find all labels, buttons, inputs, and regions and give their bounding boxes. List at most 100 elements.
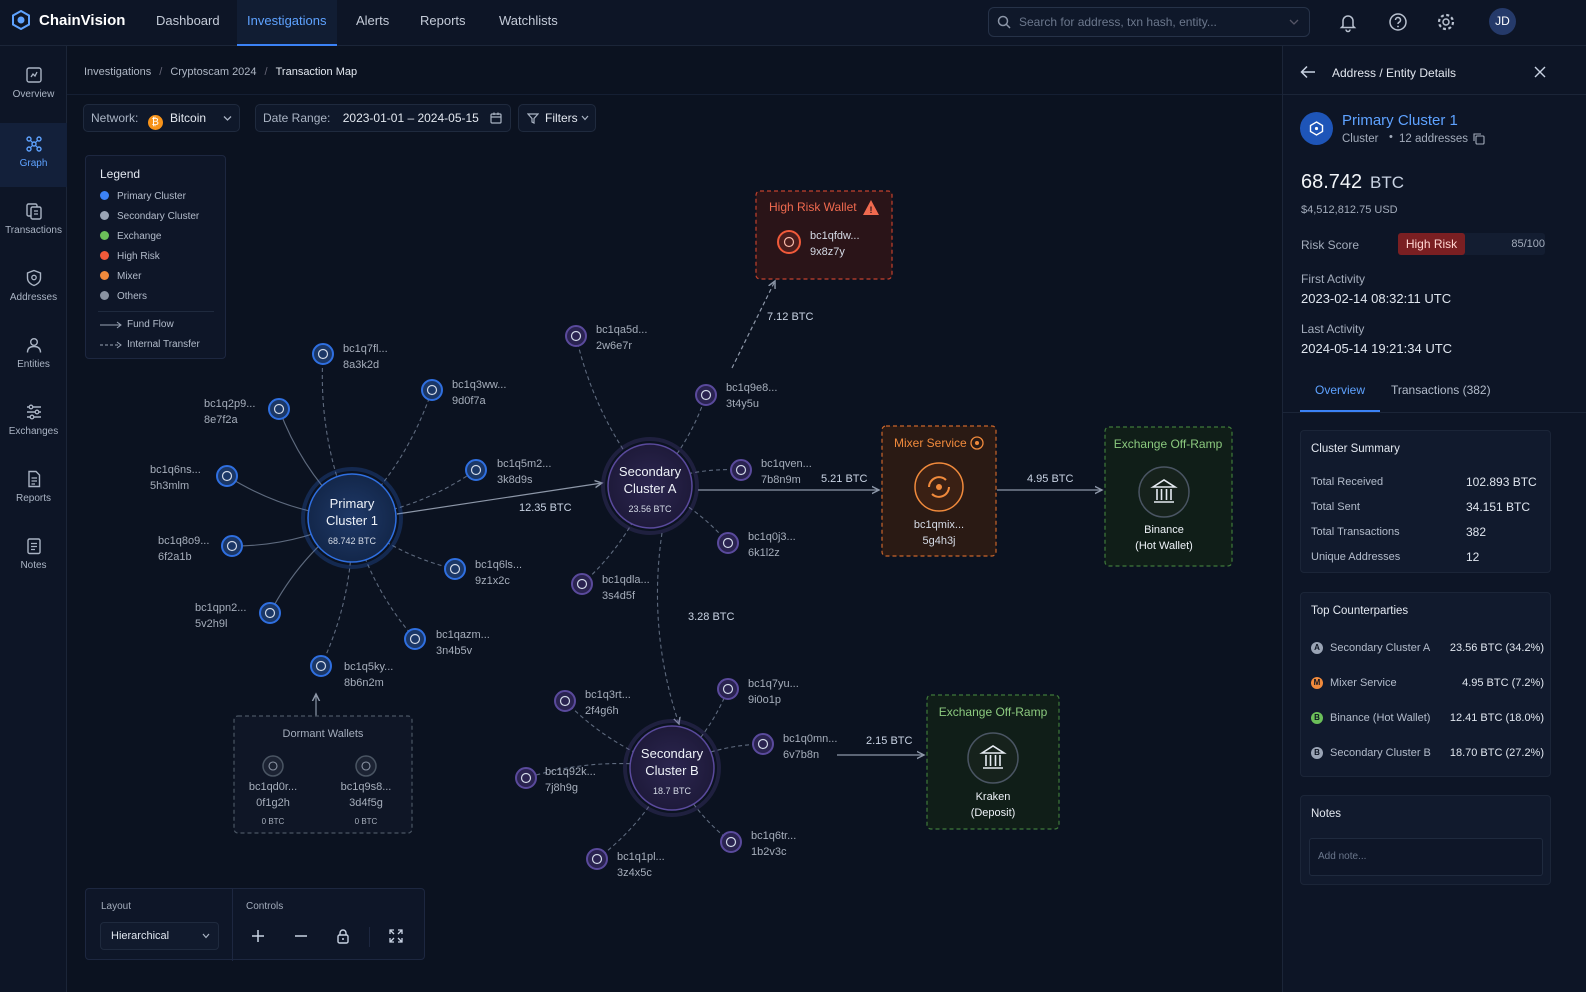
nav-dashboard[interactable]: Dashboard [146,0,230,46]
nav-investigations[interactable]: Investigations [237,0,337,46]
address-node[interactable] [259,602,281,624]
address-node[interactable] [565,325,587,347]
secondary-cluster-b-node-title: Secondary [641,746,704,761]
exchange-name: Binance [1144,524,1184,536]
address-node[interactable] [421,379,443,401]
dormant-title: Dormant Wallets [283,728,364,740]
address-label: bc1q7fl... [343,343,388,355]
lock-icon[interactable] [335,928,351,944]
close-icon[interactable] [1534,66,1546,78]
sidebar-item-graph[interactable]: Graph [0,123,67,187]
entity-name: Primary Cluster 1 [1342,112,1458,129]
back-arrow-icon[interactable] [1300,65,1316,79]
counterparty-value: 12.41 BTC (18.0%) [1449,712,1544,724]
address-label: bc1q8o9... [158,535,209,547]
search-input[interactable]: Search for address, txn hash, entity... [988,7,1310,37]
nav-reports[interactable]: Reports [410,0,476,46]
address-node[interactable] [720,831,742,853]
dormant-wallet-node[interactable] [355,755,377,777]
brand[interactable]: ChainVision [11,10,125,30]
nav-alerts[interactable]: Alerts [346,0,399,46]
address-node[interactable] [571,573,593,595]
chevron-down-icon [1289,19,1299,25]
edge-a-to-high-risk [731,281,775,369]
addresses-icon [26,269,41,287]
separator-dot: • [1389,131,1393,143]
address-label: bc1qazm... [436,629,490,641]
help-icon[interactable] [1387,11,1409,33]
zoom-in-icon[interactable] [250,928,266,944]
dormant-sublabel: 3d4f5g [349,797,383,809]
sidebar-item-addresses[interactable]: Addresses [0,257,67,321]
fullscreen-icon[interactable] [388,928,404,944]
user-avatar[interactable]: JD [1489,8,1516,35]
address-node[interactable] [216,465,238,487]
mixer-badge-dot [975,441,979,445]
address-node[interactable] [310,655,332,677]
kraken-node[interactable] [967,732,1019,784]
address-node[interactable] [221,535,243,557]
notes-card: Notes Add note... [1300,795,1551,885]
note-placeholder: Add note... [1318,851,1367,862]
dormant-address: bc1qd0r... [249,781,297,793]
sidebar-item-entities[interactable]: Entities [0,324,67,388]
address-label: bc1q92k... [545,766,596,778]
counterparty-icon: M [1311,677,1323,689]
address-sublabel: 3s4d5f [602,590,636,602]
tab-transactions[interactable]: Transactions (382) [1391,370,1500,412]
dormant-wallet-node[interactable] [262,755,284,777]
counterparty-row[interactable]: A Secondary Cluster A 23.56 BTC (34.2%) [1311,633,1544,667]
edge-amount-label: 5.21 BTC [821,473,868,485]
address-node[interactable] [730,459,752,481]
address-node[interactable] [717,678,739,700]
address-label: bc1qa5d... [596,324,647,336]
transaction-graph[interactable]: bc1q7fl... 8a3k2d bc1q3ww... 9d0f7a bc1q2p9.… [67,46,1282,992]
entity-count: 12 addresses [1399,133,1469,145]
tab-overview[interactable]: Overview [1300,370,1380,412]
address-node[interactable] [444,558,466,580]
address-label: bc1q2p9... [204,398,255,410]
address-label: bc1q3ww... [452,379,506,391]
nav-watchlists[interactable]: Watchlists [489,0,568,46]
address-node[interactable] [515,767,537,789]
address-sublabel: 6f2a1b [158,551,192,563]
binance-node[interactable] [1138,466,1190,518]
details-panel: Address / Entity Details Primary Cluster… [1282,46,1586,992]
address-node[interactable] [554,690,576,712]
address-label: bc1qdla... [602,574,650,586]
mixer-title: Mixer Service [894,436,967,450]
copy-icon[interactable] [1473,133,1485,145]
counterparty-icon: B [1311,712,1323,724]
gear-icon[interactable] [1435,11,1457,33]
top-bar: ChainVision Dashboard Investigations Ale… [0,0,1586,46]
sidebar-item-notes[interactable]: Notes [0,525,67,589]
sidebar-item-exchanges[interactable]: Exchanges [0,391,67,455]
last-activity-value: 2024-05-14 19:21:34 UTC [1301,341,1453,356]
sidebar-item-reports[interactable]: Reports [0,458,67,522]
address-label: bc1q6ls... [475,559,522,571]
sidebar-item-transactions[interactable]: Transactions [0,190,67,254]
layout-select[interactable]: Hierarchical [100,922,219,950]
sidebar-item-overview[interactable]: Overview [0,54,67,118]
cluster-icon [1309,121,1324,136]
high-risk-node[interactable] [777,230,801,254]
address-node[interactable] [404,628,426,650]
note-input[interactable]: Add note... [1309,838,1543,876]
address-node[interactable] [752,733,774,755]
address-node[interactable] [695,384,717,406]
zoom-out-icon[interactable] [293,928,309,944]
address-node[interactable] [312,343,334,365]
address-node[interactable] [717,532,739,554]
edge-amount-label: 2.15 BTC [866,735,913,747]
bell-icon[interactable] [1337,11,1359,33]
layout-controls-panel: Layout Hierarchical Controls [85,888,425,961]
address-node[interactable] [268,398,290,420]
address-node[interactable] [586,848,608,870]
mixer-icon-center [936,484,942,490]
counterparty-row[interactable]: B Binance (Hot Wallet) 12.41 BTC (18.0%) [1311,703,1544,737]
address-node[interactable] [465,459,487,481]
address-label: bc1q6ns... [150,464,201,476]
counterparty-row[interactable]: M Mixer Service 4.95 BTC (7.2%) [1311,668,1544,702]
counterparty-row[interactable]: B Secondary Cluster B 18.70 BTC (27.2%) [1311,738,1544,772]
address-sublabel: 5h3mlm [150,480,189,492]
